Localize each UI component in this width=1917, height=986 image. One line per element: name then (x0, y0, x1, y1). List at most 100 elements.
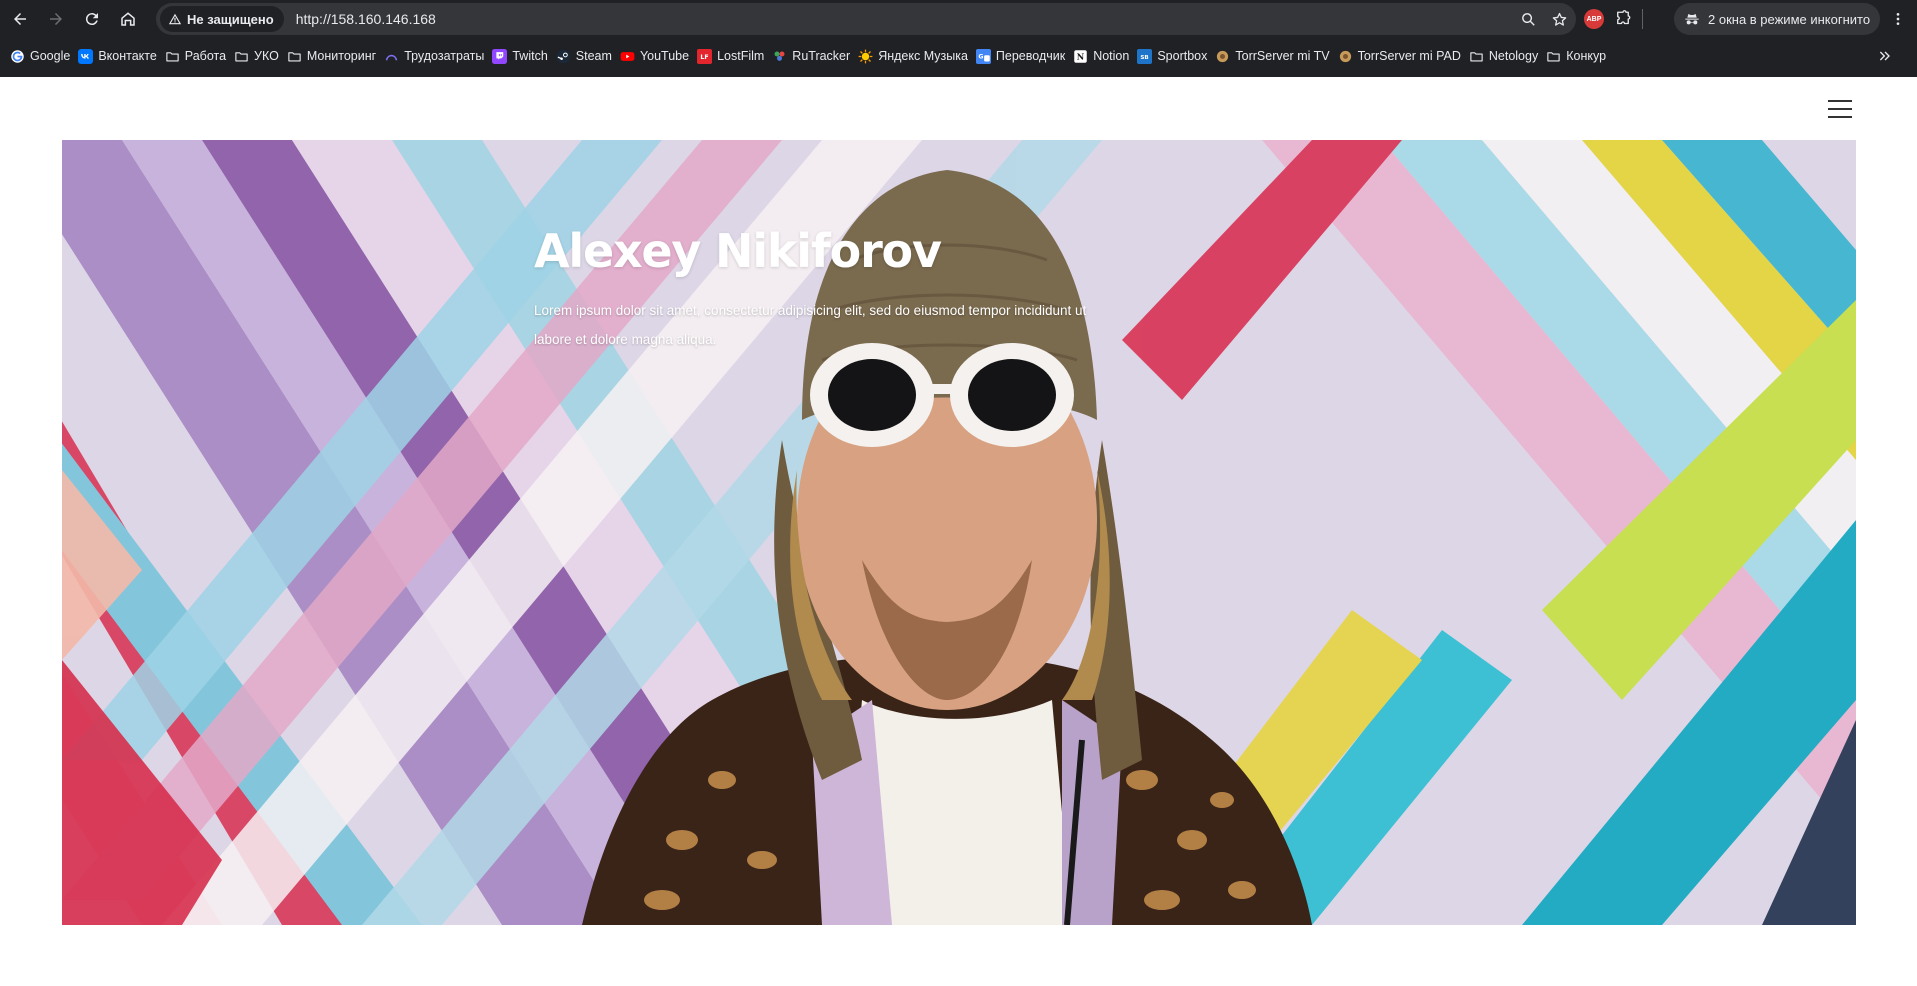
bookmark-8[interactable]: YouTube (620, 44, 697, 68)
hamburger-menu-button[interactable] (1828, 100, 1852, 118)
forward-button[interactable] (40, 3, 72, 35)
svg-text:N: N (1077, 51, 1085, 61)
home-icon (121, 12, 135, 26)
bookmark-label: YouTube (639, 49, 690, 63)
back-button[interactable] (4, 3, 36, 35)
bookmark-label: Конкур (1566, 49, 1607, 63)
torrserver-icon (1215, 49, 1230, 64)
sportbox-icon: SB (1137, 48, 1153, 64)
zoom-icon[interactable] (1520, 11, 1537, 28)
bookmark-label: TorrServer mi TV (1235, 49, 1330, 63)
yandex-music-icon (858, 49, 873, 64)
svg-text:LF: LF (700, 54, 708, 61)
bookmark-11[interactable]: Яндекс Музыка (858, 44, 976, 68)
star-icon[interactable] (1551, 11, 1568, 28)
kebab-menu-icon (1896, 13, 1900, 25)
bookmark-13[interactable]: N Notion (1073, 44, 1137, 68)
bookmark-12[interactable]: G Переводчик (975, 44, 1073, 68)
hero-description: Lorem ipsum dolor sit amet, consectetur … (534, 303, 1087, 347)
bookmark-label: Netology (1488, 49, 1539, 63)
bookmark-label: Трудозатраты (404, 49, 485, 63)
youtube-icon (620, 49, 635, 64)
browser-toolbar: Не защищено http://158.160.146.168 ABP 2… (0, 0, 1917, 38)
bookmark-17[interactable]: Netology (1469, 44, 1546, 68)
url-text[interactable]: http://158.160.146.168 (296, 11, 436, 27)
reload-button[interactable] (76, 3, 108, 35)
translate-icon: G (975, 48, 991, 64)
bookmark-label: RuTracker (792, 49, 851, 63)
bookmark-9[interactable]: LF LostFilm (697, 44, 772, 68)
bookmark-4[interactable]: Мониторинг (287, 44, 384, 68)
abp-label: ABP (1586, 15, 1602, 23)
bookmark-label: TorrServer mi PAD (1357, 49, 1461, 63)
torrserver-icon (1338, 49, 1353, 64)
address-bar-actions (1520, 3, 1568, 35)
bookmark-18[interactable]: Конкур (1546, 44, 1614, 68)
bookmark-2[interactable]: Работа (165, 44, 234, 68)
svg-text:SB: SB (1141, 55, 1149, 61)
arrow-left-icon (14, 13, 26, 25)
puzzle-icon[interactable] (1614, 10, 1632, 28)
bookmark-0[interactable]: Google (10, 44, 78, 68)
bookmark-label: УКО (254, 49, 279, 63)
page-content: Alexey Nikiforov Lorem ipsum dolor sit a… (0, 77, 1917, 986)
bookmarks-overflow-button[interactable] (1877, 42, 1893, 70)
folder-icon (1469, 49, 1484, 64)
incognito-icon (1685, 14, 1699, 25)
bookmark-label: Вконтакте (98, 49, 157, 63)
bookmark-5[interactable]: Трудозатраты (384, 44, 492, 68)
bookmark-1[interactable]: Вконтакте (78, 44, 164, 68)
bookmark-label: Мониторинг (306, 49, 377, 63)
bookmark-label: Steam (575, 49, 612, 63)
bookmark-label: Twitch (512, 49, 548, 63)
toolbar-separator (1642, 9, 1643, 29)
folder-icon (287, 49, 302, 64)
browser-menu-button[interactable] (1882, 3, 1914, 35)
bookmark-label: Яндекс Музыка (878, 49, 968, 63)
hero-background-image (62, 140, 1856, 925)
bookmark-15[interactable]: TorrServer mi TV (1215, 44, 1337, 68)
bookmark-7[interactable]: Steam (556, 44, 620, 68)
bookmark-16[interactable]: TorrServer mi PAD (1338, 44, 1469, 68)
twitch-icon (492, 48, 508, 64)
rutracker-icon (772, 49, 787, 64)
reload-icon (85, 13, 98, 26)
browser-chrome: Не защищено http://158.160.146.168 ABP 2… (0, 0, 1917, 77)
hero-banner: Alexey Nikiforov Lorem ipsum dolor sit a… (62, 140, 1856, 925)
chevron-double-right-icon (1879, 51, 1890, 61)
svg-text:G: G (978, 53, 983, 60)
hamburger-line (1828, 116, 1852, 118)
warning-icon (168, 13, 182, 25)
incognito-indicator[interactable]: 2 окна в режиме инкогнито (1674, 3, 1880, 35)
hamburger-line (1828, 108, 1852, 110)
bookmark-6[interactable]: Twitch (492, 44, 555, 68)
bookmark-label: Работа (184, 49, 227, 63)
bookmark-label: LostFilm (717, 49, 765, 63)
bookmark-3[interactable]: УКО (234, 44, 287, 68)
address-bar[interactable]: Не защищено http://158.160.146.168 (156, 3, 1576, 35)
steam-icon (556, 49, 571, 64)
arrow-right-icon (50, 13, 62, 25)
folder-icon (165, 49, 180, 64)
bookmark-label: Переводчик (995, 49, 1066, 63)
lostfilm-icon: LF (697, 48, 713, 64)
trudozatraty-icon (384, 49, 399, 64)
notion-icon: N (1073, 49, 1088, 64)
folder-icon (234, 49, 249, 64)
google-icon (10, 49, 25, 64)
vk-icon (78, 48, 94, 64)
bookmark-label: Google (30, 49, 71, 63)
hamburger-line (1828, 100, 1852, 102)
bookmark-label: Notion (1093, 49, 1130, 63)
home-button[interactable] (112, 3, 144, 35)
hero-title: Alexey Nikiforov (534, 224, 942, 278)
incognito-label: 2 окна в режиме инкогнито (1708, 11, 1871, 27)
security-label: Не защищено (187, 11, 274, 27)
folder-icon (1546, 49, 1561, 64)
bookmark-10[interactable]: RuTracker (772, 44, 858, 68)
bookmark-label: Sportbox (1157, 49, 1208, 63)
security-indicator[interactable]: Не защищено (160, 6, 284, 32)
extensions-area: ABP (1584, 3, 1643, 35)
bookmark-14[interactable]: SB Sportbox (1137, 44, 1215, 68)
adblock-extension-icon[interactable]: ABP (1584, 9, 1604, 29)
